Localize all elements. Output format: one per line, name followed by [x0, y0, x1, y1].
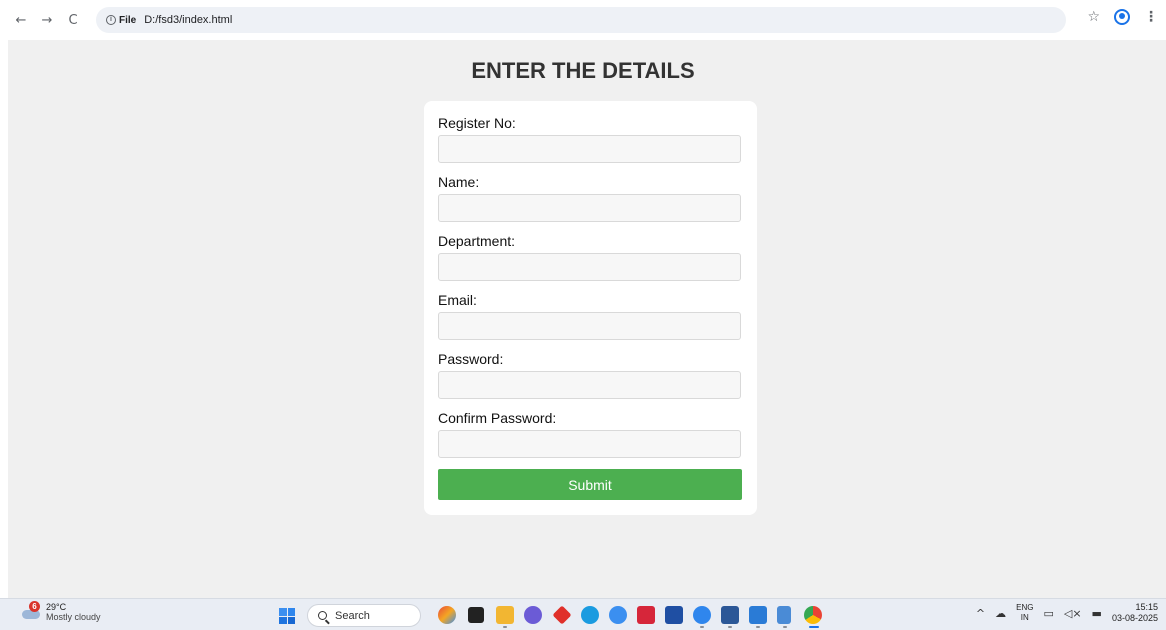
mcafee-icon[interactable]: [637, 606, 655, 624]
register-no-input[interactable]: [438, 135, 741, 163]
url-text[interactable]: D:/fsd3/index.html: [144, 14, 232, 26]
weather-widget[interactable]: 6 29°C Mostly cloudy: [22, 601, 101, 622]
search-label: Search: [335, 609, 370, 622]
department-label: Department:: [438, 233, 516, 249]
volume-mute-icon[interactable]: ◁×: [1064, 607, 1082, 620]
language-indicator[interactable]: ENG IN: [1016, 603, 1033, 623]
system-tray: ^ ☁ ENG IN ▭ ◁× ▬ 15:15 03-08-2025: [976, 602, 1158, 624]
email-label: Email:: [438, 292, 477, 308]
taskbar: 6 29°C Mostly cloudy Search ^ ☁ ENG IN ▭: [0, 598, 1166, 630]
app-icon-1[interactable]: [524, 606, 542, 624]
page-title: ENTER THE DETAILS: [471, 58, 695, 83]
registration-form: Register No: Name: Department: Email: Pa…: [424, 101, 757, 515]
search-icon: [318, 611, 327, 620]
menu-icon[interactable]: ⋮: [1144, 9, 1158, 25]
bookmark-star-icon[interactable]: ☆: [1087, 9, 1100, 25]
register-no-label: Register No:: [438, 115, 516, 131]
weather-condition: Mostly cloudy: [46, 612, 101, 622]
email-input[interactable]: [438, 312, 741, 340]
file-explorer-icon[interactable]: [496, 606, 514, 624]
copilot-icon[interactable]: [438, 606, 456, 624]
department-input[interactable]: [438, 253, 741, 281]
notepad-icon[interactable]: [777, 606, 791, 624]
browser-toolbar: ← → C i File D:/fsd3/index.html ☆ ⋮: [0, 0, 1166, 40]
forward-icon[interactable]: →: [36, 9, 58, 31]
scheme-chip[interactable]: File: [119, 15, 136, 26]
weather-temperature: 29°C: [46, 602, 67, 612]
chevron-up-icon[interactable]: ^: [976, 607, 985, 620]
taskbar-search[interactable]: Search: [307, 604, 421, 627]
chrome-icon[interactable]: [804, 606, 822, 624]
password-input[interactable]: [438, 371, 741, 399]
back-icon[interactable]: ←: [10, 9, 32, 31]
app-icon-4[interactable]: [693, 606, 711, 624]
name-label: Name:: [438, 174, 480, 190]
store-icon[interactable]: [665, 606, 683, 624]
reload-icon[interactable]: C: [62, 9, 84, 31]
network-icon[interactable]: ▭: [1043, 607, 1053, 620]
clock[interactable]: 15:15 03-08-2025: [1112, 602, 1158, 624]
app-icon-2[interactable]: [552, 605, 572, 625]
page-viewport: ENTER THE DETAILS Register No: Name: Dep…: [8, 40, 1166, 598]
edge-icon[interactable]: [581, 606, 599, 624]
app-icon-3[interactable]: [609, 606, 627, 624]
windows-start-icon[interactable]: [279, 608, 295, 624]
password-label: Password:: [438, 351, 504, 367]
word-icon[interactable]: [721, 606, 739, 624]
cloud-icon: 6: [22, 601, 42, 619]
task-view-icon[interactable]: [468, 607, 484, 623]
onedrive-icon[interactable]: ☁: [995, 607, 1006, 620]
notification-badge: 6: [29, 601, 40, 612]
info-icon[interactable]: i: [106, 15, 116, 25]
address-bar[interactable]: i File D:/fsd3/index.html: [96, 7, 1066, 33]
name-input[interactable]: [438, 194, 741, 222]
vscode-icon[interactable]: [749, 606, 767, 624]
battery-icon[interactable]: ▬: [1092, 607, 1102, 620]
profile-icon[interactable]: [1114, 9, 1130, 25]
submit-button[interactable]: Submit: [438, 469, 742, 500]
confirm-password-input[interactable]: [438, 430, 741, 458]
confirm-password-label: Confirm Password:: [438, 410, 557, 426]
